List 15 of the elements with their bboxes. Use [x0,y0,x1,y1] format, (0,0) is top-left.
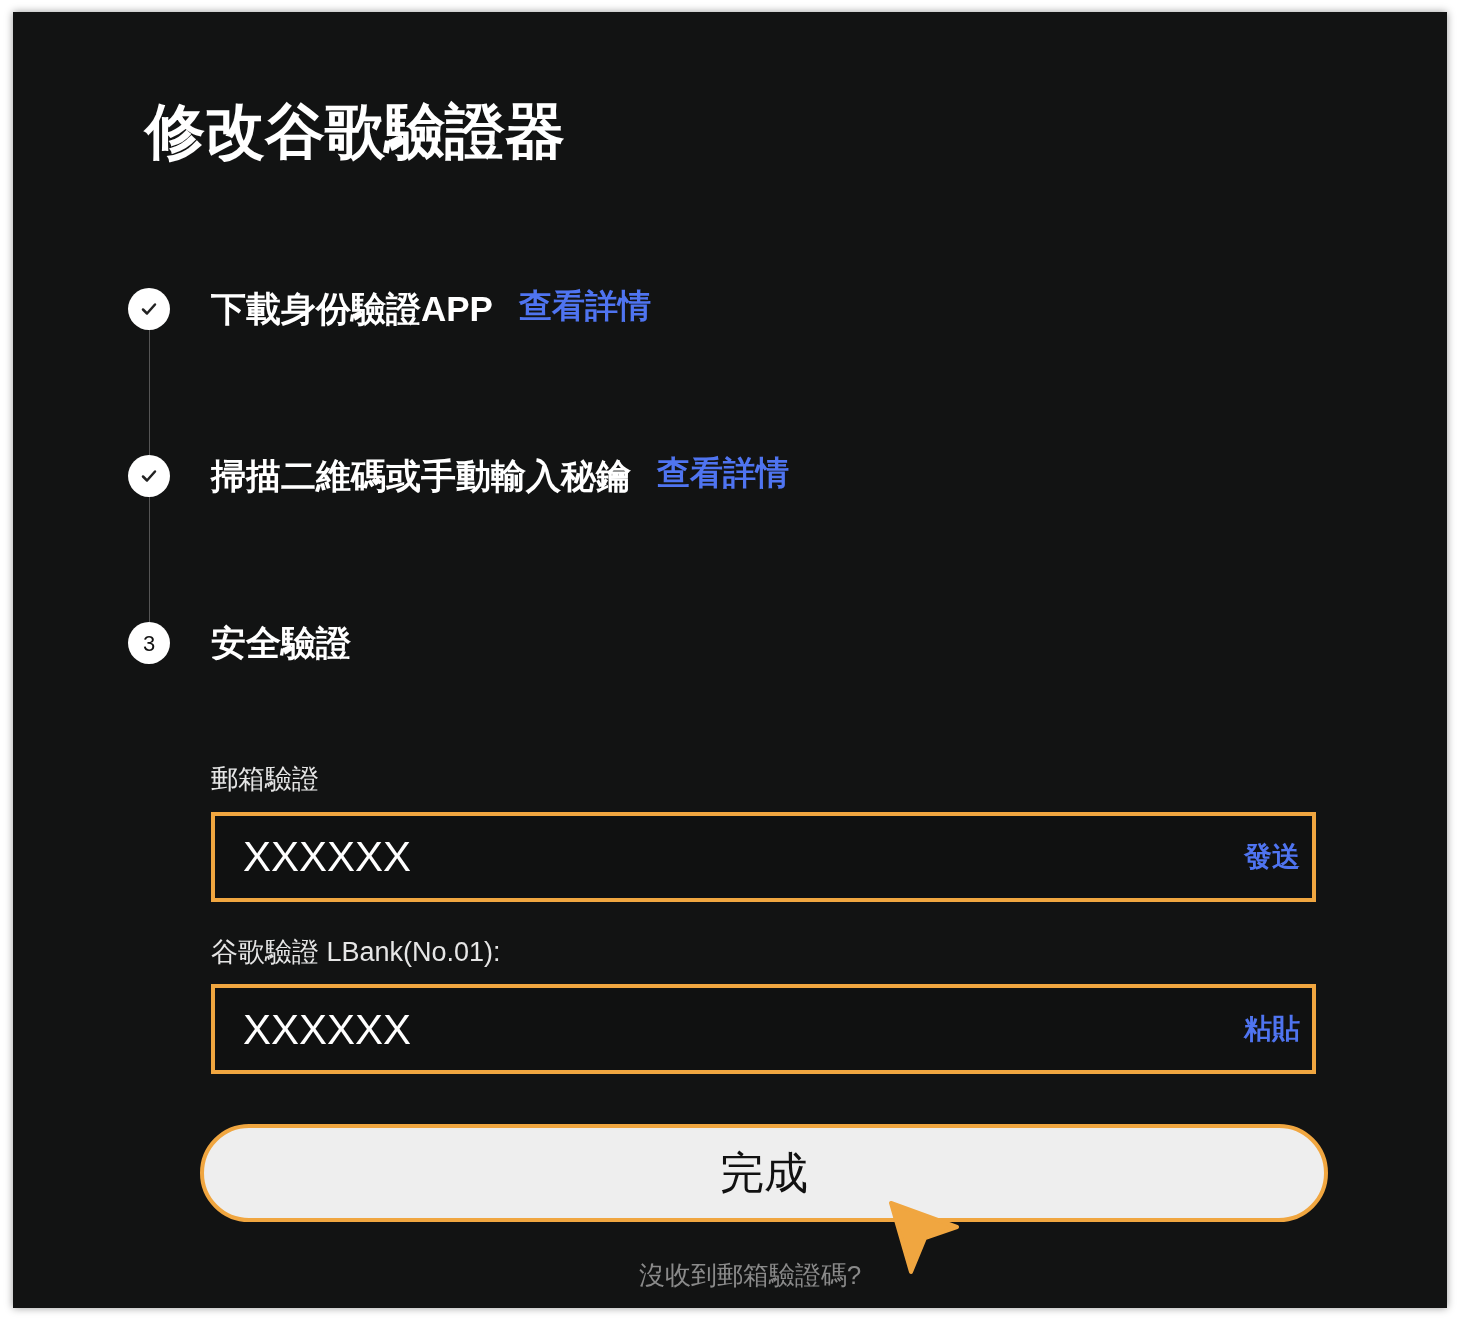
input-field[interactable]: XXXXXX 發送 [211,811,1316,902]
details-link[interactable]: 查看詳情 [657,448,789,498]
step-label: 安全驗證 [211,621,351,664]
field-action-link[interactable]: 粘貼 [1244,1008,1300,1050]
step-number: 3 [128,622,170,664]
resend-link[interactable]: 沒收到郵箱驗證碼? [638,1256,862,1295]
details-link[interactable]: 查看詳情 [518,281,651,331]
step-label: 下載身份驗證APP [211,287,493,330]
field-action-link[interactable]: 發送 [1244,835,1300,878]
field-label: 谷歌驗證 LBank(No.01): [211,935,502,969]
submit-button[interactable]: 完成 [200,1124,1328,1222]
step-label: 掃描二維碼或手動輸入秘鑰 [211,454,631,497]
field-label: 郵箱驗證 [211,763,320,796]
page-title: 修改谷歌驗證器 [145,97,565,167]
input-field[interactable]: XXXXXX 粘貼 [211,984,1316,1074]
